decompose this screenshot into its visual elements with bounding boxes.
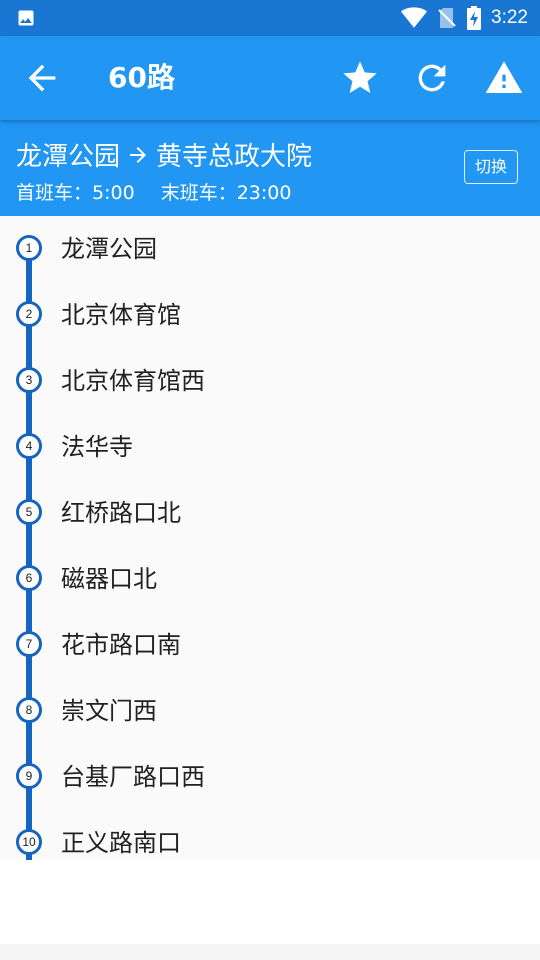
stop-list[interactable]: 1 龙潭公园 2 北京体育馆 3 北京体育馆西 4 法华寺 5 红桥路口北 6 磁器口北 7 花市路口南 8…	[0, 216, 540, 860]
stop-name: 法华寺	[61, 433, 133, 461]
battery-charging-icon	[467, 6, 482, 30]
stop-name: 北京体育馆	[61, 301, 181, 329]
bottom-area	[0, 860, 540, 960]
stop-item[interactable]: 1 龙潭公园	[0, 216, 540, 282]
no-sim-icon	[438, 8, 456, 28]
route-from: 龙潭公园	[16, 142, 121, 172]
stop-name: 北京体育馆西	[61, 367, 205, 395]
refresh-icon[interactable]	[412, 58, 452, 98]
stop-item[interactable]: 5 红桥路口北	[0, 480, 540, 546]
stop-name: 崇文门西	[61, 697, 157, 725]
stop-number-badge: 8	[16, 697, 42, 723]
stop-number-badge: 4	[16, 433, 42, 459]
route-direction: 龙潭公园 黄寺总政大院	[16, 136, 312, 173]
stop-number-badge: 7	[16, 631, 42, 657]
stop-item[interactable]: 7 花市路口南	[0, 612, 540, 678]
stop-item[interactable]: 2 北京体育馆	[0, 282, 540, 348]
stop-number-badge: 10	[16, 829, 42, 855]
stop-name: 台基厂路口西	[61, 763, 205, 791]
switch-direction-button[interactable]: 切换	[464, 150, 518, 184]
stop-item[interactable]: 9 台基厂路口西	[0, 744, 540, 810]
stop-item[interactable]: 10 正义路南口	[0, 810, 540, 860]
stop-name: 花市路口南	[61, 631, 181, 659]
stop-item[interactable]: 4 法华寺	[0, 414, 540, 480]
arrow-right-icon	[130, 146, 147, 163]
back-arrow-icon[interactable]	[22, 58, 62, 98]
star-icon[interactable]	[340, 58, 380, 98]
image-icon	[18, 10, 34, 26]
warning-icon[interactable]	[484, 58, 524, 98]
stop-item[interactable]: 6 磁器口北	[0, 546, 540, 612]
stop-number-badge: 3	[16, 367, 42, 393]
stop-name: 红桥路口北	[61, 499, 181, 527]
stop-number-badge: 9	[16, 763, 42, 789]
status-time: 3:22	[491, 7, 528, 28]
stop-name: 磁器口北	[61, 565, 157, 593]
bottom-strip	[0, 944, 540, 960]
page-title: 60路	[108, 61, 175, 94]
route-header: 龙潭公园 黄寺总政大院 首班车：5:00 末班车：23:00 切换	[0, 120, 540, 216]
route-to: 黄寺总政大院	[156, 142, 313, 172]
first-bus-time: 首班车：5:00	[16, 182, 135, 204]
service-times: 首班车：5:00 末班车：23:00	[16, 178, 311, 205]
stop-number-badge: 1	[16, 235, 42, 261]
app-bar: 60路	[0, 36, 540, 120]
last-bus-time: 末班车：23:00	[160, 182, 292, 204]
stop-number-badge: 5	[16, 499, 42, 525]
stop-name: 龙潭公园	[61, 235, 157, 263]
stop-item[interactable]: 8 崇文门西	[0, 678, 540, 744]
stop-number-badge: 2	[16, 301, 42, 327]
stop-item[interactable]: 3 北京体育馆西	[0, 348, 540, 414]
status-bar: 3:22	[0, 0, 540, 36]
wifi-icon	[401, 7, 428, 28]
stop-name: 正义路南口	[61, 829, 181, 857]
stop-number-badge: 6	[16, 565, 42, 591]
